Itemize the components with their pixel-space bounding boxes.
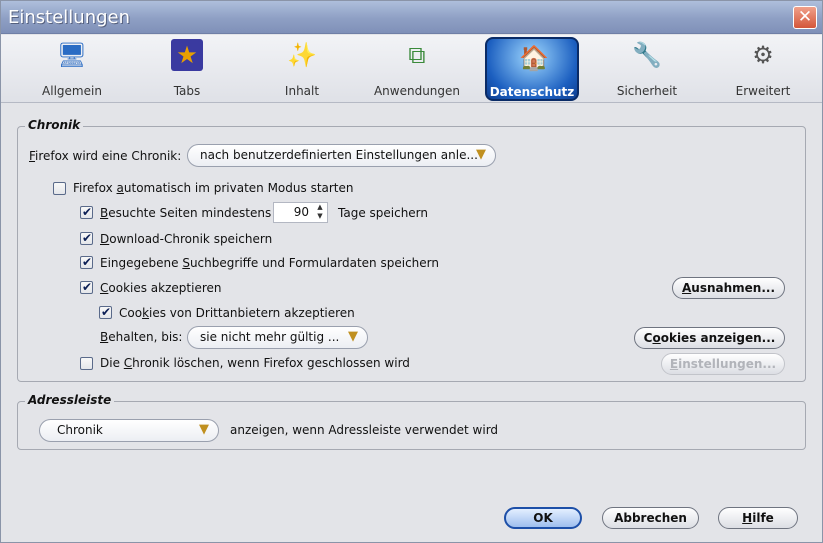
pane-anwendungen[interactable]: ⧉ Anwendungen <box>369 35 465 103</box>
pane-erweitert[interactable]: ⚙ Erweitert <box>715 35 811 103</box>
close-icon: ✕ <box>797 7 813 27</box>
accept-cookies-label: Cookies akzeptieren <box>100 281 222 295</box>
accept-cookies-checkbox[interactable] <box>80 280 93 294</box>
history-mode-label: Firefox wird eine Chronik: <box>29 149 182 163</box>
general-monitor-icon: 🖥 <box>56 41 88 69</box>
addressbar-suggest-value: Chronik <box>57 423 103 437</box>
pane-label: Allgemein <box>42 84 102 98</box>
content-icon: ✨ <box>287 41 317 69</box>
pane-label: Sicherheit <box>616 84 678 98</box>
pane-datenschutz[interactable]: 🏠 Datenschutz <box>485 37 579 101</box>
pane-label: Anwendungen <box>373 84 461 98</box>
dropdown-arrow-icon: ▼ <box>476 147 486 162</box>
keep-until-select[interactable]: sie nicht mehr gültig ... ▼ <box>187 326 368 349</box>
pane-allgemein[interactable]: 🖥 Allgemein <box>24 35 120 103</box>
visited-pages-label: Besuchte Seiten mindestens <box>100 206 272 220</box>
visited-pages-checkbox[interactable] <box>80 205 93 219</box>
keep-until-value: sie nicht mehr gültig ... <box>200 330 340 344</box>
addressbar-caption: Adressleiste <box>25 393 115 407</box>
preferences-window: Einstellungen ✕ 🖥 Allgemein ★ Tabs ✨ Inh… <box>0 0 823 543</box>
days-suffix-label: Tage speichern <box>338 206 429 220</box>
dropdown-arrow-icon: ▼ <box>199 422 209 437</box>
addressbar-suffix-label: anzeigen, wenn Adressleiste verwendet wi… <box>230 423 499 437</box>
third-party-cookies-checkbox[interactable] <box>99 305 112 319</box>
download-history-label: Download-Chronik speichern <box>100 232 273 246</box>
dropdown-arrow-icon: ▼ <box>348 329 358 344</box>
clear-settings-button[interactable]: Einstellungen... <box>661 353 785 375</box>
clear-history-checkbox[interactable] <box>80 357 93 370</box>
private-mode-checkbox[interactable] <box>53 182 66 195</box>
advanced-gear-icon: ⚙ <box>752 41 774 69</box>
title-bar: Einstellungen ✕ <box>1 1 822 34</box>
pane-inhalt[interactable]: ✨ Inhalt <box>254 35 350 103</box>
search-form-checkbox[interactable] <box>80 255 93 269</box>
spin-up-icon[interactable]: ▲ <box>314 203 326 212</box>
history-mode-value: nach benutzerdefinierten Einstellungen a… <box>200 148 478 162</box>
applications-icon: ⧉ <box>408 41 426 69</box>
days-spinner[interactable]: 90 ▲ ▼ <box>273 202 328 223</box>
pane-label: Erweitert <box>735 84 791 98</box>
security-icon: 🔧 <box>632 41 662 69</box>
private-mode-label: Firefox automatisch im privaten Modus st… <box>73 181 354 195</box>
pane-label: Inhalt <box>284 84 320 98</box>
pane-label: Datenschutz <box>489 85 575 99</box>
chronik-caption: Chronik <box>25 118 84 132</box>
pane-label: Tabs <box>173 84 201 98</box>
tabs-icon: ★ <box>171 39 203 71</box>
addressbar-suggest-select[interactable]: Chronik ▼ <box>39 419 219 442</box>
close-button[interactable]: ✕ <box>793 6 817 29</box>
search-form-label: Eingegebene Suchbegriffe und Formulardat… <box>100 256 439 270</box>
history-mode-select[interactable]: nach benutzerdefinierten Einstellungen a… <box>187 144 496 167</box>
show-cookies-button[interactable]: Cookies anzeigen... <box>634 327 785 349</box>
days-value: 90 <box>293 205 309 219</box>
keep-until-label: Behalten, bis: <box>100 330 183 344</box>
clear-history-label: Die Chronik löschen, wenn Firefox geschl… <box>100 356 410 370</box>
spin-down-icon[interactable]: ▼ <box>314 212 326 221</box>
window-title: Einstellungen <box>8 7 131 28</box>
privacy-icon: 🏠 <box>519 44 549 72</box>
exceptions-button[interactable]: Ausnahmen... <box>672 277 785 299</box>
help-button[interactable]: Hilfe <box>718 507 798 529</box>
pane-tabs[interactable]: ★ Tabs <box>139 35 235 103</box>
third-party-cookies-label: Cookies von Drittanbietern akzeptieren <box>119 306 355 320</box>
pane-toolbar: 🖥 Allgemein ★ Tabs ✨ Inhalt ⧉ Anwendunge… <box>1 35 822 103</box>
ok-button[interactable]: OK <box>504 507 582 529</box>
download-history-checkbox[interactable] <box>80 231 93 245</box>
pane-sicherheit[interactable]: 🔧 Sicherheit <box>599 35 695 103</box>
cancel-button[interactable]: Abbrechen <box>602 507 699 529</box>
